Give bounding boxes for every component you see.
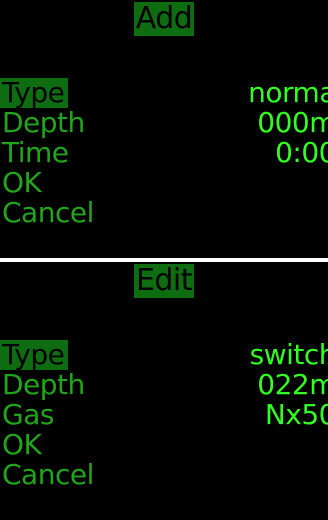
time-value: 0:00 (275, 136, 328, 169)
type-value: switch (249, 338, 328, 371)
dialog-title: Add (133, 1, 195, 36)
type-value: norma (248, 76, 328, 109)
menu-item-ok[interactable]: OK (0, 168, 98, 198)
menu-item-type[interactable]: Type (0, 340, 69, 370)
add-title-bar: Add (0, 2, 328, 36)
gas-value: Nx50 (264, 398, 328, 431)
add-menu: Type Depth Time OK Cancel (0, 78, 98, 228)
menu-item-cancel[interactable]: Cancel (0, 198, 98, 228)
dialog-title: Edit (133, 263, 195, 298)
add-values: norma 000m 0:00 (248, 78, 328, 168)
menu-item-time[interactable]: Time (0, 138, 98, 168)
edit-title-bar: Edit (0, 264, 328, 298)
menu-item-type[interactable]: Type (0, 78, 69, 108)
edit-menu: Type Depth Gas OK Cancel (0, 340, 98, 490)
depth-value: 000m (257, 106, 328, 139)
menu-item-cancel[interactable]: Cancel (0, 460, 98, 490)
edit-values: switch 022m Nx50 (250, 340, 328, 430)
depth-value: 022m (257, 368, 328, 401)
menu-item-ok[interactable]: OK (0, 430, 98, 460)
add-dialog: Add Type Depth Time OK Cancel norma 000m… (0, 0, 328, 258)
menu-item-gas[interactable]: Gas (0, 400, 98, 430)
menu-item-depth[interactable]: Depth (0, 370, 98, 400)
edit-dialog: Edit Type Depth Gas OK Cancel switch 022… (0, 262, 328, 520)
menu-item-depth[interactable]: Depth (0, 108, 98, 138)
